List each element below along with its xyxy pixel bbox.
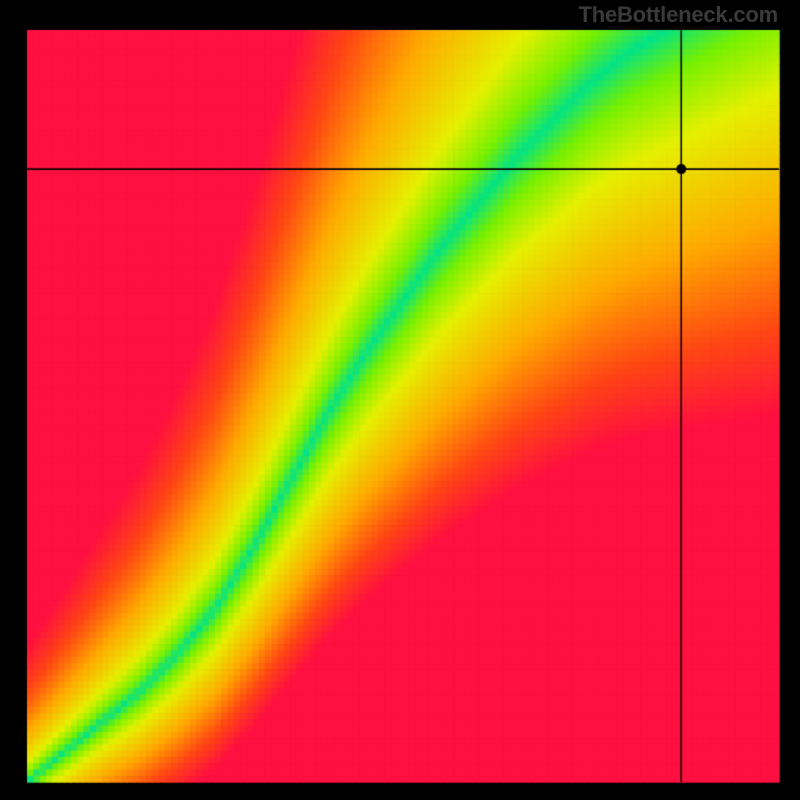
- chart-container: TheBottleneck.com: [0, 0, 800, 800]
- crosshair-overlay: [0, 0, 800, 800]
- attribution-text: TheBottleneck.com: [578, 2, 778, 28]
